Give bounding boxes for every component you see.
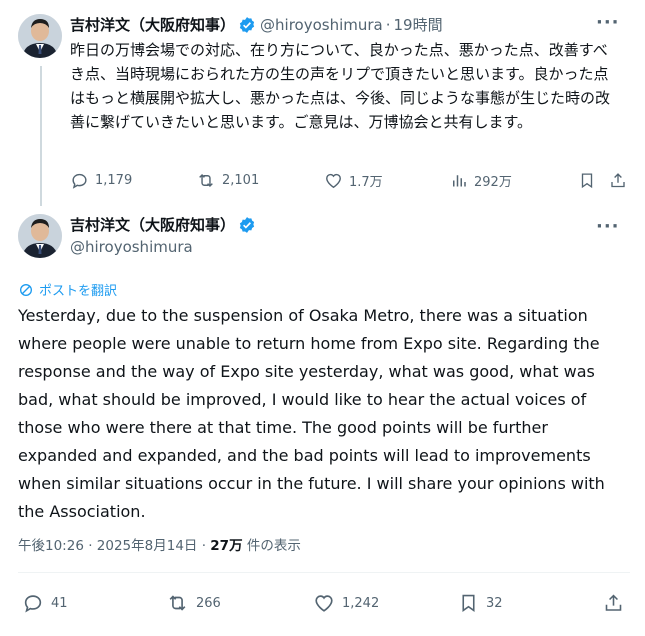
thread-connector-line <box>40 66 42 206</box>
like-icon <box>315 595 333 612</box>
display-name[interactable]: 吉村洋文（大阪府知事） <box>70 214 235 235</box>
avatar[interactable] <box>18 214 62 258</box>
translate-label: ポストを翻訳 <box>39 284 118 299</box>
views-label: 件の表示 <box>242 538 301 554</box>
reply-count: 1,179 <box>95 173 133 188</box>
like-count: 1,242 <box>342 595 380 611</box>
share-icon <box>605 594 622 611</box>
like-icon <box>326 173 341 189</box>
repost-icon <box>169 595 186 611</box>
bookmark-button[interactable] <box>578 171 596 190</box>
verified-badge-icon <box>239 216 255 233</box>
reply-icon <box>72 173 87 189</box>
tweet2-handle-row: @hiroyoshimura <box>70 238 193 256</box>
reply-button[interactable]: 1,179 <box>70 171 132 190</box>
repost-button[interactable]: 266 <box>166 592 221 614</box>
share-button[interactable] <box>603 592 624 614</box>
share-icon <box>611 173 625 188</box>
views-icon <box>453 175 466 187</box>
share-button[interactable] <box>609 171 627 190</box>
tweet1-header: 吉村洋文（大阪府知事） @hiroyoshimura · 19時間 <box>70 14 443 35</box>
divider <box>18 572 630 573</box>
reply-icon <box>24 595 42 613</box>
bookmark-count: 32 <box>486 595 503 611</box>
tweet-text: 昨日の万博会場での対応、在り方について、良かった点、悪かった点、改善すべき点、当… <box>70 41 611 131</box>
views-button[interactable]: 292万 <box>450 171 512 190</box>
handle[interactable]: @hiroyoshimura <box>260 16 383 34</box>
repost-icon <box>199 173 213 188</box>
translate-post-link[interactable]: ポストを翻訳 <box>18 280 117 299</box>
separator: · <box>385 15 391 34</box>
verified-badge-icon <box>239 16 255 33</box>
tweet2-name-row: 吉村洋文（大阪府知事） <box>70 214 256 235</box>
post-metadata: 午後10:26 · 2025年8月14日 · 27万 件の表示 <box>18 534 301 554</box>
views-count: 27万 <box>210 538 243 554</box>
like-button[interactable]: 1.7万 <box>324 171 383 190</box>
more-icon[interactable]: ··· <box>596 216 620 237</box>
tweet-text: Yesterday, due to the suspension of Osak… <box>18 306 605 521</box>
reply-button[interactable]: 41 <box>22 592 68 614</box>
like-count: 1.7万 <box>349 175 383 190</box>
bookmark-icon <box>462 594 475 612</box>
repost-button[interactable]: 2,101 <box>196 171 259 190</box>
views-count: 292万 <box>474 175 512 190</box>
bookmark-button[interactable]: 32 <box>458 592 503 614</box>
handle[interactable]: @hiroyoshimura <box>70 238 193 256</box>
bookmark-icon <box>581 173 593 189</box>
timestamp[interactable]: 午後10:26 · 2025年8月14日 · <box>18 538 210 554</box>
reply-count: 41 <box>51 595 68 611</box>
repost-count: 266 <box>196 595 221 611</box>
more-icon[interactable]: ··· <box>596 12 620 33</box>
avatar[interactable] <box>18 14 62 58</box>
translate-icon <box>20 283 32 296</box>
display-name[interactable]: 吉村洋文（大阪府知事） <box>70 14 235 35</box>
post-time[interactable]: 19時間 <box>394 14 443 35</box>
repost-count: 2,101 <box>222 173 260 188</box>
like-button[interactable]: 1,242 <box>313 592 379 614</box>
